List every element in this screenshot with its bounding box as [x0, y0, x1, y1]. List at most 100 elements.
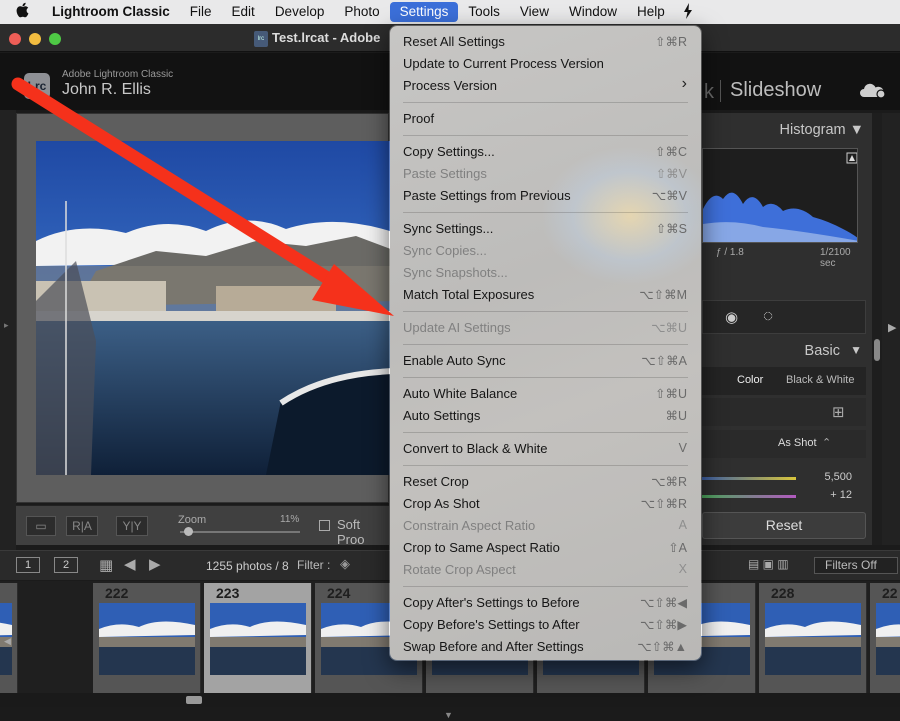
- menu-item-shortcut: ⇧A: [668, 541, 687, 555]
- filmstrip-scroll-thumb[interactable]: [186, 696, 202, 704]
- filmstrip-cell[interactable]: 222: [93, 583, 201, 693]
- zoom-slider[interactable]: [180, 531, 300, 533]
- menu-item-rotate-crop-aspect: Rotate Crop Aspect X: [390, 559, 701, 581]
- filmstrip-scrollbar[interactable]: [0, 693, 900, 707]
- menu-develop[interactable]: Develop: [265, 0, 335, 24]
- loupe-view-button[interactable]: ▭: [26, 516, 56, 536]
- reset-button[interactable]: Reset: [702, 512, 866, 539]
- close-window-button[interactable]: [9, 33, 21, 45]
- profile-browser-icon[interactable]: ⊞: [832, 403, 845, 421]
- secondary-window-1-button[interactable]: 1: [16, 557, 40, 573]
- window-title: Test.lrcat - Adobe: [272, 30, 381, 45]
- filmstrip-cell[interactable]: 223: [204, 583, 312, 693]
- filmstrip-thumbnail[interactable]: [876, 603, 900, 675]
- basic-header[interactable]: Basic ▼: [702, 339, 866, 367]
- before-after-ra-button[interactable]: R|A: [66, 516, 98, 536]
- left-panel-collapsed[interactable]: ▸: [0, 110, 16, 550]
- back-arrow-icon[interactable]: ◀: [124, 555, 136, 573]
- menu-item-sync-settings[interactable]: Sync Settings... ⇧⌘S: [390, 218, 701, 240]
- menu-item-swap-before-and-after-settings[interactable]: Swap Before and After Settings ⌥⇧⌘▲: [390, 636, 701, 658]
- menu-tools[interactable]: Tools: [458, 0, 510, 24]
- menu-item-copy-settings[interactable]: Copy Settings... ⇧⌘C: [390, 141, 701, 163]
- temp-value[interactable]: 5,500: [824, 471, 852, 483]
- cloud-sync-icon[interactable]: [858, 83, 888, 99]
- menu-item-crop-to-same-aspect-ratio[interactable]: Crop to Same Aspect Ratio ⇧A: [390, 537, 701, 559]
- wb-select-chevron-icon[interactable]: ⌃: [822, 436, 831, 449]
- collapse-right-icon[interactable]: ▶: [888, 321, 896, 334]
- temp-slider[interactable]: [702, 477, 796, 480]
- menu-view[interactable]: View: [510, 0, 559, 24]
- red-eye-tool-icon[interactable]: ◉: [725, 308, 738, 326]
- module-slideshow[interactable]: Slideshow: [730, 79, 821, 102]
- masking-tool-icon[interactable]: ◌: [763, 306, 773, 326]
- menu-item-sync-copies: Sync Copies...: [390, 240, 701, 262]
- filmstrip-left-icon[interactable]: ◀: [4, 636, 11, 647]
- apple-logo-icon[interactable]: [0, 2, 46, 23]
- minimize-window-button[interactable]: [29, 33, 41, 45]
- module-develop-tail[interactable]: k: [704, 81, 714, 104]
- menu-item-convert-to-black-white[interactable]: Convert to Black & White V: [390, 438, 701, 460]
- develop-toolbar: ▭ R|A Y|Y Zoom 11% Soft Proo: [16, 505, 389, 547]
- menu-item-update-to-current-process-version[interactable]: Update to Current Process Version: [390, 53, 701, 75]
- flag-filter-icon[interactable]: ◈: [340, 556, 350, 572]
- menu-photo[interactable]: Photo: [334, 0, 389, 24]
- histogram-header[interactable]: Histogram ▼: [702, 115, 872, 145]
- menu-item-shortcut: ⌥⌘R: [651, 475, 687, 489]
- menu-item-label: Constrain Aspect Ratio: [403, 518, 536, 533]
- filmstrip-thumbnail[interactable]: [765, 603, 861, 675]
- right-scroll-thumb[interactable]: [874, 339, 880, 361]
- tab-color[interactable]: Color: [737, 374, 763, 386]
- menu-item-auto-settings[interactable]: Auto Settings ⌘U: [390, 405, 701, 427]
- menu-item-reset-all-settings[interactable]: Reset All Settings ⇧⌘R: [390, 31, 701, 53]
- menu-item-match-total-exposures[interactable]: Match Total Exposures ⌥⇧⌘M: [390, 284, 701, 306]
- filmstrip-thumbnail[interactable]: [210, 603, 306, 675]
- menu-item-paste-settings-from-previous[interactable]: Paste Settings from Previous ⌥⌘V: [390, 185, 701, 207]
- forward-arrow-icon[interactable]: ▶: [149, 555, 161, 573]
- tint-slider[interactable]: [702, 495, 796, 498]
- treatment-tabs: Color Black & White: [702, 367, 866, 395]
- zoom-window-button[interactable]: [49, 33, 61, 45]
- submenu-chevron-icon: ›: [681, 75, 687, 92]
- expand-left-icon[interactable]: ▸: [4, 320, 9, 331]
- menu-item-proof[interactable]: Proof: [390, 108, 701, 130]
- menu-item-auto-white-balance[interactable]: Auto White Balance ⇧⌘U: [390, 383, 701, 405]
- menu-edit[interactable]: Edit: [222, 0, 265, 24]
- menu-window[interactable]: Window: [559, 0, 627, 24]
- app-menu-lightroom[interactable]: Lightroom Classic: [46, 0, 180, 24]
- menu-item-crop-as-shot[interactable]: Crop As Shot ⌥⇧⌘R: [390, 493, 701, 515]
- menu-settings[interactable]: Settings: [389, 2, 459, 22]
- menu-help[interactable]: Help: [627, 0, 675, 24]
- view-toggle-icon[interactable]: ▤ ▣ ▥: [748, 557, 789, 571]
- grid-view-icon[interactable]: ▦: [99, 556, 113, 574]
- menu-item-process-version[interactable]: Process Version ›: [390, 75, 701, 97]
- menu-item-enable-auto-sync[interactable]: Enable Auto Sync ⌥⇧⌘A: [390, 350, 701, 372]
- filmstrip-cell[interactable]: 228: [759, 583, 867, 693]
- menu-item-label: Convert to Black & White: [403, 441, 548, 456]
- filmstrip-cell[interactable]: 22: [870, 583, 900, 693]
- lightning-icon[interactable]: [675, 2, 701, 22]
- right-edge[interactable]: ▶: [882, 113, 900, 545]
- histogram[interactable]: [702, 148, 858, 243]
- menu-item-shortcut: ⌘U: [665, 409, 687, 423]
- filters-off-select[interactable]: Filters Off: [814, 557, 898, 574]
- basic-collapse-icon[interactable]: ▼: [850, 343, 862, 357]
- menu-item-copy-before-s-settings-to-after[interactable]: Copy Before's Settings to After ⌥⇧⌘▶: [390, 614, 701, 636]
- main-photo[interactable]: [36, 141, 396, 475]
- profile-row: ⊞: [702, 398, 866, 426]
- menu-separator: [403, 212, 688, 213]
- before-after-yy-button[interactable]: Y|Y: [116, 516, 148, 536]
- tab-black-white[interactable]: Black & White: [786, 374, 854, 386]
- wb-select[interactable]: As Shot: [778, 437, 817, 449]
- right-panel-scrollbar[interactable]: [872, 113, 882, 545]
- temp-tint-sliders: 5,500 + 12: [702, 465, 866, 505]
- filmstrip-thumbnail[interactable]: [99, 603, 195, 675]
- menu-item-copy-after-s-settings-to-before[interactable]: Copy After's Settings to Before ⌥⇧⌘◀: [390, 592, 701, 614]
- zoom-slider-knob[interactable]: [184, 527, 193, 536]
- menu-file[interactable]: File: [180, 0, 222, 24]
- soft-proof-checkbox[interactable]: [319, 520, 330, 531]
- menu-item-reset-crop[interactable]: Reset Crop ⌥⌘R: [390, 471, 701, 493]
- tint-value[interactable]: + 12: [830, 489, 852, 501]
- expand-bottom-icon[interactable]: ▼: [444, 710, 453, 720]
- secondary-window-2-button[interactable]: 2: [54, 557, 78, 573]
- filmstrip-cell-number: 224: [327, 585, 351, 601]
